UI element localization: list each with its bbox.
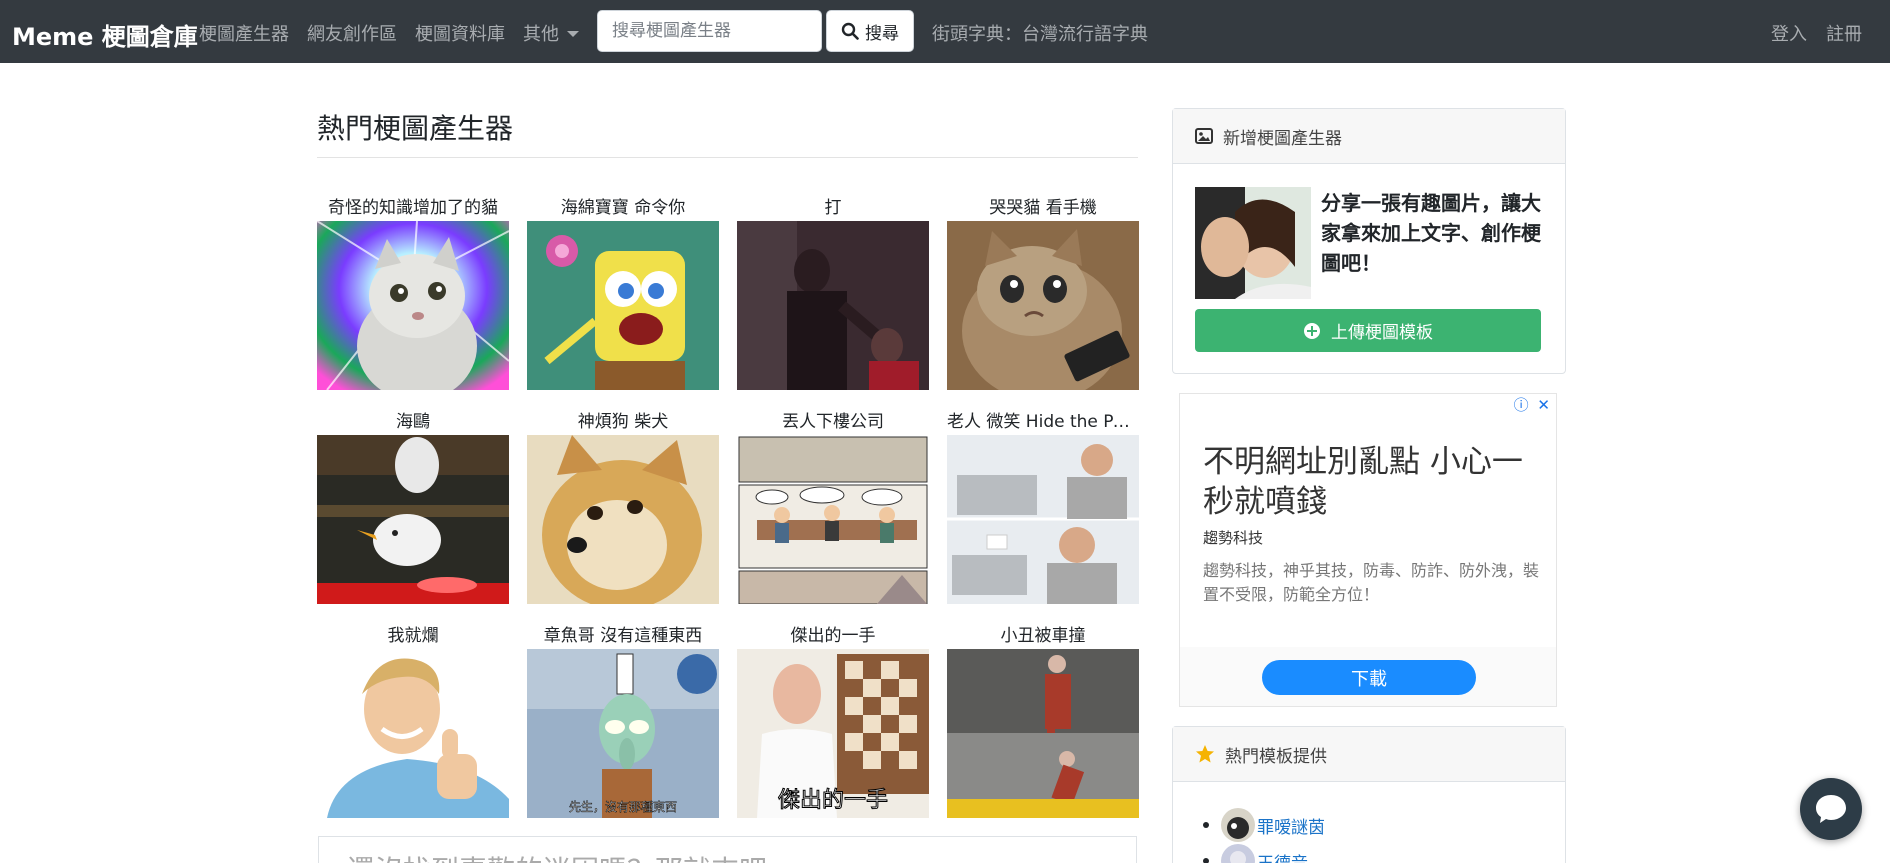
search-icon bbox=[841, 22, 859, 40]
hide-the-pain-harold-thumbnail[interactable] bbox=[947, 435, 1139, 604]
meme-card[interactable]: 小丑被車撞 bbox=[947, 623, 1139, 818]
avatar[interactable] bbox=[1221, 808, 1255, 842]
thumbs-up-guy-thumbnail[interactable] bbox=[317, 649, 509, 818]
caret-down-icon bbox=[567, 31, 579, 37]
meme-card[interactable]: 奇怪的知識增加了的貓 bbox=[317, 195, 509, 390]
meme-title: 奇怪的知識增加了的貓 bbox=[328, 198, 498, 218]
navbar: Meme 梗圖倉庫 梗圖產生器 網友創作區 梗圖資料庫 其他 搜尋 街頭字典：台… bbox=[0, 0, 1890, 63]
meme-title: 海綿寶寶 命令你 bbox=[560, 198, 686, 218]
meme-title: 神煩狗 柴犬 bbox=[577, 412, 669, 432]
ad-info-icon[interactable]: ⓘ bbox=[1514, 396, 1529, 414]
login-link[interactable]: 登入 bbox=[1771, 20, 1807, 46]
brand-logo[interactable]: Meme 梗圖倉庫 bbox=[12, 17, 198, 52]
contributors-card-title: 熱門模板提供 bbox=[1225, 746, 1327, 767]
chess-master-thumbnail[interactable]: 傑出的一手 bbox=[737, 649, 929, 818]
contributors-list: 罪嗳謎茵 王德音 bbox=[1203, 807, 1325, 863]
meme-card[interactable]: 丟人下樓公司 bbox=[737, 409, 929, 604]
meme-card[interactable]: 老人 微笑 Hide the Pa... bbox=[947, 409, 1139, 604]
promo-card-text: 還沒找到喜歡的迷因嗎？那就來吧一一 bbox=[347, 849, 823, 863]
star-icon bbox=[1196, 745, 1214, 763]
ad-banner[interactable]: ⓘ ✕ 不明網址別亂點 小心一秒就噴錢 趨勢科技 趨勢科技，神乎其技，防毒、防詐… bbox=[1179, 393, 1557, 707]
contributors-card-header: 熱門模板提供 bbox=[1173, 727, 1565, 782]
meme-title: 海鷗 bbox=[396, 412, 430, 432]
bullet bbox=[1203, 822, 1209, 828]
meme-title: 哭哭貓 看手機 bbox=[989, 198, 1097, 218]
register-link[interactable]: 註冊 bbox=[1826, 20, 1862, 46]
meme-title: 打 bbox=[824, 198, 842, 218]
meme-title: 小丑被車撞 bbox=[1000, 626, 1086, 646]
upload-card-title: 新增梗圖產生器 bbox=[1223, 128, 1342, 149]
ad-controls: ⓘ ✕ bbox=[1514, 394, 1550, 415]
search-button[interactable]: 搜尋 bbox=[826, 10, 914, 52]
ad-advertiser: 趨勢科技 bbox=[1203, 529, 1264, 547]
slap-thumbnail[interactable] bbox=[737, 221, 929, 390]
avatar[interactable] bbox=[1221, 844, 1255, 863]
upload-card-text: 分享一張有趣圖片，讓大家拿來加上文字、創作梗圖吧！ bbox=[1321, 191, 1541, 275]
meme-title: 老人 微笑 Hide the Pa... bbox=[947, 412, 1139, 432]
meme-card[interactable]: 海綿寶寶 命令你 bbox=[527, 195, 719, 390]
ad-description: 趨勢科技，神乎其技，防毒、防詐、防外洩，裝置不受限，防範全方位！ bbox=[1203, 561, 1540, 604]
meme-card[interactable]: 海鷗 bbox=[317, 409, 509, 604]
nav-dropdown-other[interactable]: 其他 bbox=[523, 20, 579, 46]
search-button-label: 搜尋 bbox=[865, 23, 899, 44]
nav-link-meme-database[interactable]: 梗圖資料庫 bbox=[415, 20, 505, 46]
contributors-card: 熱門模板提供 罪嗳謎茵 王德音 bbox=[1172, 726, 1566, 863]
nav-link-meme-generator[interactable]: 梗圖產生器 bbox=[199, 20, 289, 46]
contributor-link[interactable]: 王德音 bbox=[1257, 849, 1308, 863]
promo-card: 還沒找到喜歡的迷因嗎？那就來吧一一 bbox=[318, 836, 1137, 863]
meme-card[interactable]: 章魚哥 沒有這種東西 先生，沒有那種東西 bbox=[527, 623, 719, 818]
ad-content: ⓘ ✕ 不明網址別亂點 小心一秒就噴錢 趨勢科技 趨勢科技，神乎其技，防毒、防詐… bbox=[1180, 394, 1556, 647]
meme-card[interactable]: 打 bbox=[737, 195, 929, 390]
image-icon bbox=[1195, 128, 1213, 144]
upload-card-header: 新增梗圖產生器 bbox=[1173, 109, 1565, 164]
dropdown-label: 其他 bbox=[523, 24, 559, 45]
upload-template-button-label: 上傳梗圖模板 bbox=[1331, 323, 1433, 343]
meme-title: 我就爛 bbox=[387, 626, 439, 646]
crying-cat-phone-thumbnail[interactable] bbox=[947, 221, 1139, 390]
doge-thumbnail[interactable] bbox=[527, 435, 719, 604]
page-title: 熱門梗圖產生器 bbox=[317, 112, 514, 145]
squidward-thumbnail[interactable]: 先生，沒有那種東西 bbox=[527, 649, 719, 818]
upload-card: 新增梗圖產生器 分享一張有趣圖片，讓大家拿來加上文字、創作梗圖吧！ 上傳梗圖模板 bbox=[1172, 108, 1566, 374]
ad-close-icon[interactable]: ✕ bbox=[1537, 396, 1550, 414]
list-item: 王德音 bbox=[1203, 843, 1325, 863]
meme-title: 章魚哥 沒有這種東西 bbox=[543, 626, 703, 646]
chess-caption: 傑出的一手 bbox=[778, 788, 888, 813]
chat-bubble-icon bbox=[1816, 795, 1846, 823]
chat-button[interactable] bbox=[1800, 778, 1862, 840]
plus-circle-icon bbox=[1304, 322, 1320, 339]
contributor-link[interactable]: 罪嗳謎茵 bbox=[1257, 813, 1325, 838]
weird-knowledge-cat-thumbnail[interactable] bbox=[317, 221, 509, 390]
squidward-caption: 先生，沒有那種東西 bbox=[569, 800, 677, 814]
meme-title: 傑出的一手 bbox=[790, 626, 876, 646]
ad-download-button[interactable]: 下載 bbox=[1262, 660, 1476, 695]
meme-card[interactable]: 傑出的一手 傑出的一手 bbox=[737, 623, 929, 818]
meme-card[interactable]: 神煩狗 柴犬 bbox=[527, 409, 719, 604]
boardroom-thumbnail[interactable] bbox=[737, 435, 929, 604]
upload-template-button[interactable]: 上傳梗圖模板 bbox=[1195, 309, 1541, 352]
joker-car-thumbnail[interactable] bbox=[947, 649, 1139, 818]
meme-card[interactable]: 哭哭貓 看手機 bbox=[947, 195, 1139, 390]
spongebob-command-thumbnail[interactable] bbox=[527, 221, 719, 390]
ad-headline[interactable]: 不明網址別亂點 小心一秒就噴錢 bbox=[1203, 442, 1543, 522]
meme-card[interactable]: 我就爛 bbox=[317, 623, 509, 818]
couple-photo-image bbox=[1195, 187, 1311, 299]
meme-title: 丟人下樓公司 bbox=[782, 412, 884, 432]
nav-link-user-creations[interactable]: 網友創作區 bbox=[307, 20, 397, 46]
nav-link-street-dictionary[interactable]: 街頭字典：台灣流行語字典 bbox=[932, 20, 1148, 46]
divider bbox=[317, 157, 1138, 158]
search-input[interactable] bbox=[597, 10, 822, 52]
list-item: 罪嗳謎茵 bbox=[1203, 807, 1325, 843]
bullet bbox=[1203, 858, 1209, 863]
seagull-thumbnail[interactable] bbox=[317, 435, 509, 604]
